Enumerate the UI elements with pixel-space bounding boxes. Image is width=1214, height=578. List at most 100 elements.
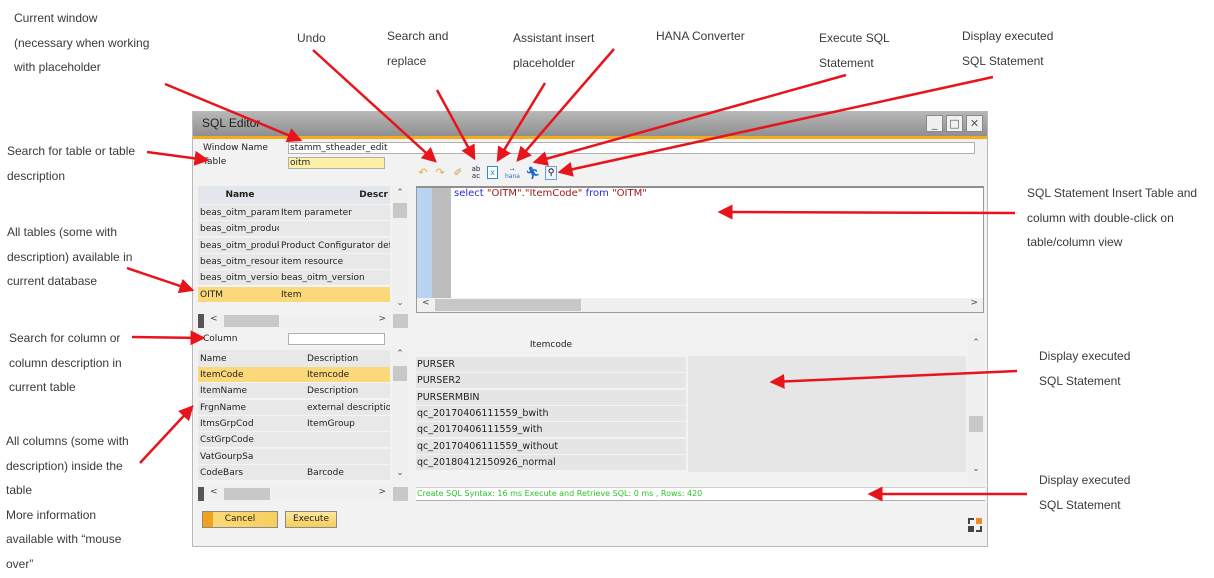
column-description-cell[interactable] (305, 432, 390, 447)
table-description-cell[interactable]: Item parameter (279, 205, 390, 220)
table-description-cell[interactable] (279, 221, 390, 236)
resize-grip-icon[interactable] (968, 518, 982, 532)
columns-horizontal-scrollbar[interactable]: < > (198, 487, 390, 501)
table-row[interactable]: beas_oitm_version beas_oitm_version (198, 270, 390, 287)
table-name-cell[interactable]: beas_oitm_produk (198, 238, 279, 253)
column-name-cell[interactable]: ItemCode (198, 367, 304, 382)
result-vertical-scrollbar[interactable]: ⌃ ⌄ (968, 334, 984, 482)
column-description-cell[interactable]: Description (305, 383, 390, 398)
sql-identifier: "OITM" (486, 188, 522, 199)
table-description-cell[interactable]: item resource (279, 254, 390, 269)
sql-statement-text[interactable]: select "OITM"."ItemCode" from "OITM" (454, 188, 647, 199)
column-description-cell[interactable]: external description (305, 400, 390, 415)
table-name-cell[interactable]: beas_oitm_produc (198, 221, 279, 236)
scroll-down-icon[interactable]: ⌄ (968, 464, 984, 474)
annotation-line: available with “mouse (6, 532, 122, 546)
table-search-field[interactable]: oitm (288, 157, 385, 169)
column-row[interactable]: ItemName Description (198, 383, 390, 400)
scroll-thumb[interactable] (224, 315, 279, 327)
result-row[interactable]: qc_20170406111559_bwith (416, 405, 686, 422)
column-name-cell[interactable]: FrgnName (198, 400, 304, 415)
column-header-description[interactable]: Description (305, 350, 390, 368)
result-row[interactable]: qc_20170406111559_with (416, 422, 686, 439)
column-description-cell[interactable]: ItemGroup (305, 416, 390, 431)
editor-horizontal-scrollbar[interactable]: < > (417, 298, 983, 312)
table-row[interactable]: beas_oitm_resourc item resource (198, 253, 390, 270)
table-description-cell[interactable]: Product Configurator defi (279, 238, 390, 253)
column-row[interactable]: ItmsGrpCod ItemGroup (198, 415, 390, 432)
scroll-up-icon[interactable]: ⌃ (392, 349, 408, 359)
display-executed-sql-icon[interactable]: ⚲ (545, 166, 557, 180)
column-name-cell[interactable]: CstGrpCode (198, 432, 304, 447)
column-name-cell[interactable]: ItemName (198, 383, 304, 398)
scroll-right-icon[interactable]: > (378, 314, 386, 324)
column-description-cell[interactable]: Barcode (305, 465, 390, 480)
column-name-cell[interactable]: VatGourpSa (198, 449, 304, 464)
scroll-left-icon[interactable]: < (422, 298, 430, 308)
column-row[interactable]: VatGourpSa (198, 448, 390, 465)
column-search-field[interactable] (288, 333, 385, 345)
column-header-description[interactable]: Descr (280, 186, 390, 204)
cancel-button[interactable]: Cancel (202, 511, 278, 528)
result-row[interactable]: PURSER2 (416, 373, 686, 390)
table-row[interactable]: beas_oitm_produc (198, 221, 390, 238)
result-row[interactable]: PURSER (416, 357, 686, 373)
execute-button[interactable]: Execute (285, 511, 337, 528)
table-description-cell[interactable]: Item (279, 287, 390, 302)
column-name-cell[interactable]: ItmsGrpCod (198, 416, 304, 431)
tables-horizontal-scrollbar[interactable]: < > (198, 314, 390, 328)
result-grid: Itemcode ⌃ ⌄ PURSER PURSER2 PURSERMBIN qc_2… (416, 334, 984, 482)
table-row[interactable]: OITM Item (198, 286, 390, 303)
redo-icon[interactable]: ↷ (433, 166, 447, 180)
scroll-left-icon[interactable]: < (210, 314, 218, 324)
result-row[interactable]: PURSERMBIN (416, 389, 686, 406)
column-header-name[interactable]: Name (198, 186, 280, 204)
scroll-thumb[interactable] (224, 488, 270, 500)
table-row[interactable]: beas_oitm_produk Product Configurator def… (198, 237, 390, 254)
hana-converter-icon[interactable]: → hana (505, 166, 520, 180)
brush-icon[interactable]: ✐ (451, 166, 465, 180)
table-name-cell[interactable]: beas_oitm_version (198, 270, 279, 285)
annotation-line: Execute SQL (819, 31, 890, 45)
column-row[interactable]: CodeBars Barcode (198, 464, 390, 481)
column-row[interactable]: FrgnName external description (198, 399, 390, 416)
undo-icon[interactable]: ↶ (416, 166, 430, 180)
scroll-thumb[interactable] (393, 203, 407, 218)
result-row[interactable]: qc_20170406111559_without (416, 438, 686, 455)
scroll-left-icon[interactable]: < (210, 487, 218, 497)
table-name-cell[interactable]: OITM (198, 287, 279, 302)
column-description-cell[interactable]: Itemcode (305, 367, 390, 382)
column-name-cell[interactable]: CodeBars (198, 465, 304, 480)
scroll-thumb[interactable] (393, 366, 407, 381)
tables-vertical-scrollbar[interactable]: ⌃ ⌄ (392, 186, 408, 313)
assistant-insert-placeholder-icon[interactable]: x (487, 166, 498, 179)
scroll-down-icon[interactable]: ⌄ (392, 298, 408, 308)
table-description-cell[interactable]: beas_oitm_version (279, 270, 390, 285)
scroll-down-icon[interactable]: ⌄ (392, 468, 408, 478)
scroll-right-icon[interactable]: > (970, 298, 978, 308)
column-header-name[interactable]: Name (198, 350, 303, 368)
window-name-field[interactable]: stamm_stheader_edit (288, 142, 975, 154)
scroll-up-icon[interactable]: ⌃ (968, 338, 984, 348)
close-button[interactable]: ✕ (966, 115, 983, 132)
column-row[interactable]: ItemCode Itemcode (198, 367, 390, 383)
scroll-up-icon[interactable]: ⌃ (392, 188, 408, 198)
execute-sql-icon[interactable]: 🏃︎ (525, 166, 540, 180)
minimize-button[interactable]: _ (926, 115, 943, 132)
maximize-button[interactable]: □ (946, 115, 963, 132)
table-name-cell[interactable]: beas_oitm_paramet (198, 205, 279, 220)
sql-keyword: from (582, 188, 613, 199)
scroll-thumb[interactable] (969, 416, 983, 432)
table-row[interactable]: beas_oitm_parametItem parameter (198, 205, 390, 221)
column-description-cell[interactable] (305, 449, 390, 464)
table-name-cell[interactable]: beas_oitm_resourc (198, 254, 279, 269)
scroll-thumb[interactable] (435, 299, 581, 311)
scroll-right-icon[interactable]: > (378, 487, 386, 497)
column-row[interactable]: CstGrpCode (198, 432, 390, 449)
columns-vertical-scrollbar[interactable]: ⌃ ⌄ (392, 349, 408, 482)
result-row[interactable]: qc_20180412150926_normal (416, 454, 686, 471)
result-column-header[interactable]: Itemcode (416, 334, 686, 356)
title-bar[interactable]: SQL Editor _ □ ✕ (193, 112, 987, 139)
sql-editor[interactable]: select "OITM"."ItemCode" from "OITM" < > (416, 186, 984, 313)
search-replace-icon[interactable]: ab ac (469, 166, 483, 180)
